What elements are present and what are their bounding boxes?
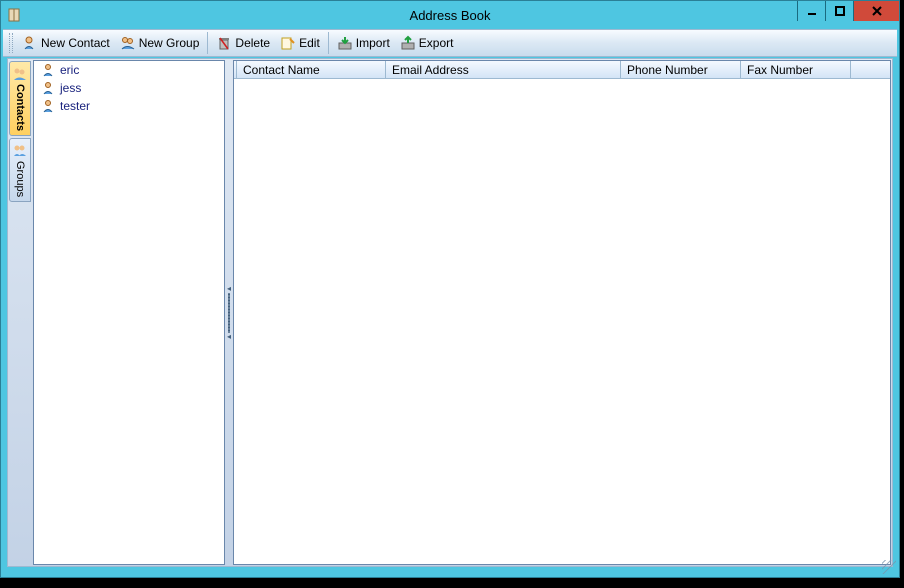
splitter-grip (228, 293, 230, 333)
maximize-button[interactable] (825, 1, 853, 21)
contact-list[interactable]: Contact Name Email Address Phone Number … (233, 60, 891, 565)
tree-item-label: jess (60, 81, 81, 95)
new-group-button[interactable]: New Group (115, 31, 205, 55)
column-label: Email Address (392, 63, 469, 77)
chevron-left-icon: ◂ (227, 333, 231, 341)
person-icon (40, 80, 56, 96)
window-title: Address Book (1, 8, 899, 23)
delete-button[interactable]: Delete (211, 31, 275, 55)
group-add-icon (120, 35, 136, 51)
list-body[interactable] (234, 79, 890, 564)
edit-button[interactable]: Edit (275, 31, 325, 55)
column-label: Fax Number (747, 63, 813, 77)
groups-icon (12, 143, 28, 159)
tab-groups-label: Groups (14, 161, 26, 197)
tab-contacts-label: Contacts (14, 84, 26, 131)
toolbar-separator (207, 32, 208, 54)
title-bar[interactable]: Address Book (1, 1, 899, 29)
tab-contacts[interactable]: Contacts (9, 61, 31, 136)
person-icon (40, 62, 56, 78)
import-label: Import (356, 36, 390, 50)
contacts-icon (12, 66, 28, 82)
minimize-button[interactable] (797, 1, 825, 21)
export-label: Export (419, 36, 454, 50)
close-button[interactable] (853, 1, 899, 21)
column-email-address[interactable]: Email Address (386, 61, 621, 78)
column-contact-name[interactable]: Contact Name (236, 61, 386, 78)
new-contact-button[interactable]: New Contact (17, 31, 115, 55)
column-phone-number[interactable]: Phone Number (621, 61, 741, 78)
new-group-label: New Group (139, 36, 200, 50)
contact-tree[interactable]: eric jess tester (33, 60, 225, 565)
import-button[interactable]: Import (332, 31, 395, 55)
edit-label: Edit (299, 36, 320, 50)
column-spacer (851, 61, 890, 78)
chevron-left-icon: ◂ (227, 285, 231, 293)
tree-item-label: tester (60, 99, 90, 113)
window: Address Book New Contact New Group Delet… (0, 0, 900, 578)
resize-grip[interactable] (882, 560, 896, 574)
column-label: Contact Name (243, 63, 320, 77)
toolbar: New Contact New Group Delete Edit Import… (3, 29, 897, 57)
export-icon (400, 35, 416, 51)
client-area: Contacts Groups eric jess tester ◂ (7, 58, 893, 567)
delete-icon (216, 35, 232, 51)
export-button[interactable]: Export (395, 31, 459, 55)
column-fax-number[interactable]: Fax Number (741, 61, 851, 78)
toolbar-separator (328, 32, 329, 54)
tree-item[interactable]: tester (34, 97, 224, 115)
delete-label: Delete (235, 36, 270, 50)
tree-item[interactable]: jess (34, 79, 224, 97)
import-icon (337, 35, 353, 51)
splitter[interactable]: ◂ ◂ (226, 59, 232, 566)
side-tabs: Contacts Groups (8, 59, 32, 566)
tree-item-label: eric (60, 63, 79, 77)
column-label: Phone Number (627, 63, 708, 77)
column-headers: Contact Name Email Address Phone Number … (234, 61, 890, 79)
tree-item[interactable]: eric (34, 61, 224, 79)
edit-icon (280, 35, 296, 51)
person-add-icon (22, 35, 38, 51)
book-icon (7, 7, 23, 23)
person-icon (40, 98, 56, 114)
tab-groups[interactable]: Groups (9, 138, 31, 202)
new-contact-label: New Contact (41, 36, 110, 50)
toolbar-grip[interactable] (9, 33, 13, 53)
